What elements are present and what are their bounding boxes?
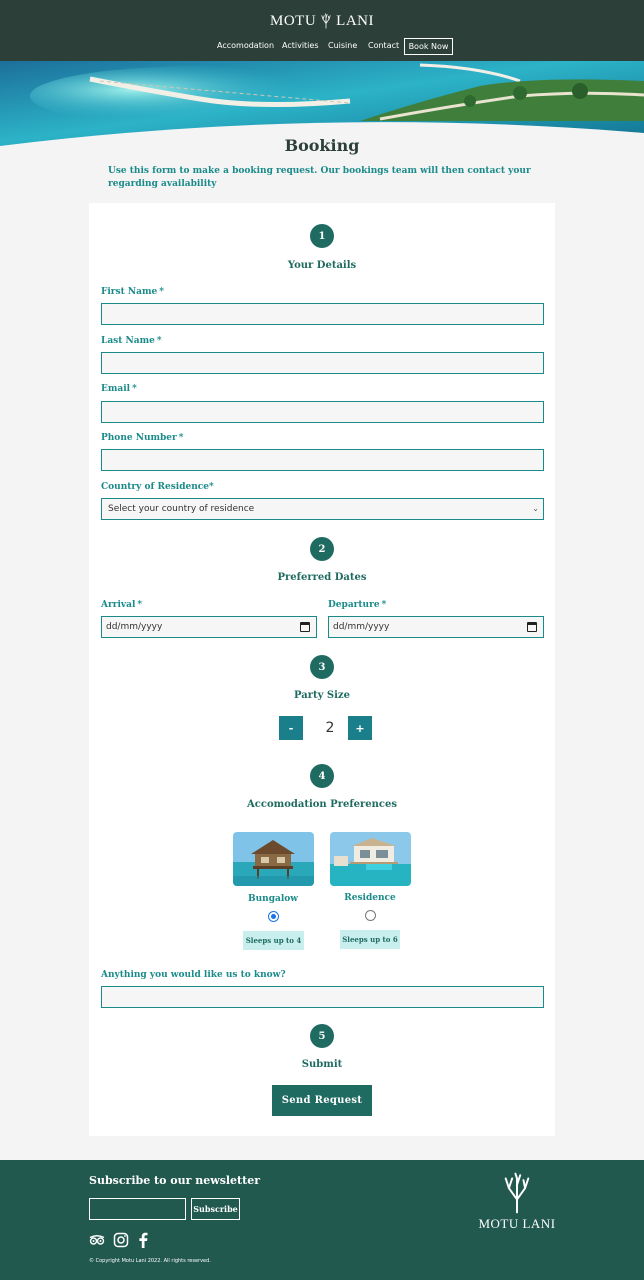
phone-input[interactable] <box>101 449 544 471</box>
email-input[interactable] <box>101 401 544 423</box>
bungalow-image[interactable] <box>233 832 314 886</box>
coral-logo-icon <box>504 1172 530 1214</box>
newsletter-title: Subscribe to our newsletter <box>89 1174 261 1187</box>
party-increment-button[interactable]: + <box>348 716 372 740</box>
step-number-4: 4 <box>310 764 334 788</box>
intro-text: Use this form to make a booking request.… <box>108 166 531 189</box>
last-name-label: Last Name * <box>101 336 162 346</box>
last-name-input[interactable] <box>101 352 544 374</box>
subscribe-button[interactable]: Subscribe <box>191 1198 240 1220</box>
first-name-input[interactable] <box>101 303 544 325</box>
step-number-1: 1 <box>310 224 334 248</box>
arrival-label: Arrival * <box>101 600 142 610</box>
instagram-icon[interactable] <box>113 1232 129 1248</box>
residence-image[interactable] <box>330 832 411 886</box>
required-mark: * <box>178 433 184 443</box>
required-mark: * <box>137 600 143 610</box>
step-title-accom: Accomodation Preferences <box>247 799 397 810</box>
departure-date-value: dd/mm/yyyy <box>333 622 390 632</box>
bungalow-sleeps-badge: Sleeps up to 4 <box>243 931 304 950</box>
phone-label: Phone Number * <box>101 433 184 443</box>
step-number-2: 2 <box>310 537 334 561</box>
country-label-text: Country of Residence <box>101 482 209 492</box>
bungalow-radio[interactable] <box>268 911 279 922</box>
footer-logo[interactable]: MOTU LANI <box>472 1172 562 1234</box>
site-footer: Subscribe to our newsletter Subscribe © … <box>0 1160 644 1280</box>
nav-item-accomodation[interactable]: Accomodation <box>217 41 274 50</box>
residence-sleeps-badge: Sleeps up to 6 <box>340 930 400 949</box>
required-mark: * <box>381 600 387 610</box>
phone-label-text: Phone Number <box>101 433 177 443</box>
booking-form: 1 Your Details First Name * Last Name * Em… <box>89 203 555 1136</box>
departure-label-text: Departure <box>328 600 380 610</box>
step-title-party: Party Size <box>294 690 350 701</box>
brand-logo[interactable]: MOTU LANI <box>270 8 374 34</box>
party-size-value: 2 <box>325 720 335 736</box>
tripadvisor-icon[interactable] <box>89 1232 105 1248</box>
required-mark: * <box>132 384 137 394</box>
brand-name-left: MOTU <box>270 12 317 29</box>
first-name-label: First Name * <box>101 287 164 297</box>
last-name-label-text: Last Name <box>101 336 155 346</box>
step-title-dates: Preferred Dates <box>277 572 367 583</box>
notes-input[interactable] <box>101 986 544 1008</box>
chevron-down-icon: ⌄ <box>532 504 539 513</box>
country-label: Country of Residence* <box>101 482 214 492</box>
main-nav: Accomodation Activities Cuisine Contact … <box>0 38 644 56</box>
bungalow-label: Bungalow <box>248 894 298 904</box>
coral-logo-icon <box>321 13 331 29</box>
country-select-value: Select your country of residence <box>108 504 255 514</box>
nav-item-activities[interactable]: Activities <box>282 41 319 50</box>
residence-radio[interactable] <box>365 910 376 921</box>
brand-name-right: LANI <box>336 12 374 29</box>
calendar-icon[interactable] <box>527 622 537 632</box>
residence-label: Residence <box>344 893 396 903</box>
arrival-date-input[interactable]: dd/mm/yyyy <box>101 616 317 638</box>
nav-item-cuisine[interactable]: Cuisine <box>328 41 357 50</box>
facebook-icon[interactable] <box>135 1232 151 1248</box>
step-title-submit: Submit <box>301 1059 343 1070</box>
site-header: MOTU LANI Accomodation Activities Cuisin… <box>0 0 644 61</box>
departure-label: Departure * <box>328 600 386 610</box>
party-decrement-button[interactable]: - <box>279 716 303 740</box>
step-title-details: Your Details <box>287 260 357 271</box>
country-select[interactable]: Select your country of residence ⌄ <box>101 498 544 520</box>
notes-label: Anything you would like us to know? <box>101 970 286 980</box>
send-request-button[interactable]: Send Request <box>272 1085 372 1116</box>
residence-photo <box>330 832 411 886</box>
departure-date-input[interactable]: dd/mm/yyyy <box>328 616 544 638</box>
page-title: Booking <box>284 136 360 155</box>
book-now-button[interactable]: Book Now <box>404 38 453 55</box>
calendar-icon[interactable] <box>300 622 310 632</box>
step-number-3: 3 <box>310 655 334 679</box>
footer-brand-name: MOTU LANI <box>478 1216 556 1231</box>
required-mark: * <box>159 287 164 297</box>
arrival-label-text: Arrival <box>101 600 136 610</box>
step-number-5: 5 <box>310 1024 334 1048</box>
bungalow-photo <box>233 832 314 886</box>
required-mark: * <box>156 336 162 346</box>
nav-item-contact[interactable]: Contact <box>368 41 399 50</box>
newsletter-email-input[interactable] <box>89 1198 186 1220</box>
email-label-text: Email <box>101 384 131 394</box>
copyright-text: © Copyright Motu Lani 2022. All rights r… <box>89 1258 211 1264</box>
required-mark: * <box>208 482 214 492</box>
email-label: Email * <box>101 384 137 394</box>
arrival-date-value: dd/mm/yyyy <box>106 622 163 632</box>
first-name-label-text: First Name <box>101 287 158 297</box>
